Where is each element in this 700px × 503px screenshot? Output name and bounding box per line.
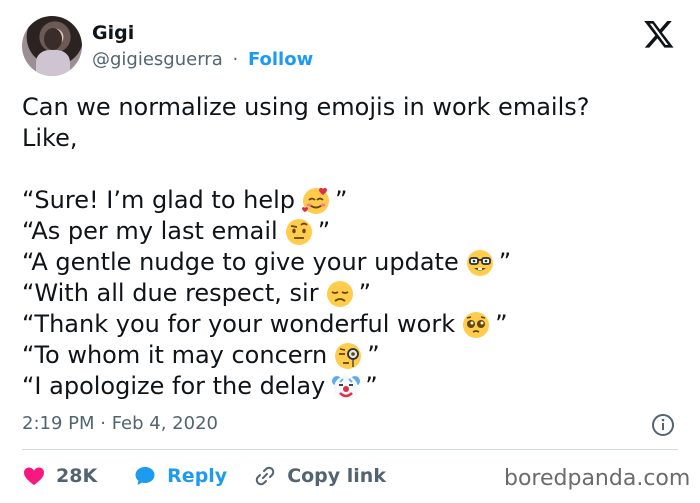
like-button[interactable]: 28K — [22, 464, 97, 488]
divider — [22, 449, 678, 450]
copy-link-button[interactable]: Copy link — [253, 464, 386, 488]
avatar-body — [36, 50, 70, 76]
avatar[interactable] — [22, 16, 82, 76]
disappointed-face-icon — [325, 279, 355, 309]
author-handle-row: @gigiesguerra · Follow — [92, 49, 313, 70]
tweet-line-text: “A gentle nudge to give your update — [22, 248, 459, 276]
closing-quote: ” — [335, 186, 348, 214]
smiling-face-with-hearts-icon — [301, 186, 331, 216]
author-name[interactable]: Gigi — [92, 22, 134, 44]
tweet-line: “Thank you for your wonderful work ” — [22, 309, 682, 340]
reply-label: Reply — [167, 465, 228, 487]
follow-button[interactable]: Follow — [248, 49, 313, 70]
face-with-raised-eyebrow-icon — [284, 217, 314, 247]
copy-link-label: Copy link — [287, 465, 386, 487]
author-handle[interactable]: @gigiesguerra — [92, 49, 223, 70]
link-icon — [255, 466, 275, 486]
reply-button[interactable]: Reply — [133, 464, 227, 488]
closing-quote: ” — [365, 372, 378, 400]
like-count: 28K — [56, 465, 98, 487]
pleading-face-icon — [461, 310, 491, 340]
closing-quote: ” — [358, 279, 372, 307]
tweet-line-text: “As per my last email — [22, 217, 278, 245]
tweet-line-text: “To whom it may concern — [22, 341, 328, 369]
tweet-line-text: “I apologize for the delay — [22, 372, 326, 400]
nerd-face-icon — [465, 248, 495, 278]
clown-face-icon — [331, 372, 361, 402]
closing-quote: ” — [495, 310, 508, 338]
tweet-line: “With all due respect, sir ” — [22, 278, 682, 309]
avatar-head — [44, 28, 62, 50]
tweet-line: Can we normalize using emojis in work em… — [22, 92, 682, 123]
tweet-line-text: “Thank you for your wonderful work — [22, 310, 456, 338]
tweet-line-text: “With all due respect, sir — [22, 279, 319, 307]
tweet-line-text: “Sure! I’m glad to help — [22, 186, 296, 214]
x-logo-icon[interactable] — [643, 18, 675, 50]
tweet-text: Can we normalize using emojis in work em… — [22, 92, 682, 402]
closing-quote: ” — [367, 341, 380, 369]
speech-bubble-icon — [135, 467, 155, 485]
tweet-line: “I apologize for the delay ” — [22, 371, 682, 402]
tweet-line: “To whom it may concern ” — [22, 340, 682, 371]
watermark: boredpanda.com — [504, 466, 691, 491]
face-with-monocle-icon — [333, 341, 363, 371]
tweet-line: “Sure! I’m glad to help ” — [22, 185, 682, 216]
tweet-card: Gigi @gigiesguerra · Follow Can we norma… — [0, 0, 700, 503]
timestamp[interactable]: 2:19 PM · Feb 4, 2020 — [22, 413, 218, 434]
tweet-line: “As per my last email ” — [22, 216, 682, 247]
tweet-line: Like, — [22, 123, 682, 154]
info-icon[interactable] — [651, 413, 675, 437]
tweet-line-text: Like, — [22, 124, 78, 152]
handle-separator: · — [232, 49, 239, 70]
tweet-line: “A gentle nudge to give your update ” — [22, 247, 682, 278]
heart-icon — [24, 467, 44, 485]
tweet-line-text: Can we normalize using emojis in work em… — [22, 93, 590, 121]
action-bar: 28K Reply Copy link — [22, 462, 386, 490]
closing-quote: ” — [498, 248, 512, 276]
closing-quote: ” — [317, 217, 331, 245]
